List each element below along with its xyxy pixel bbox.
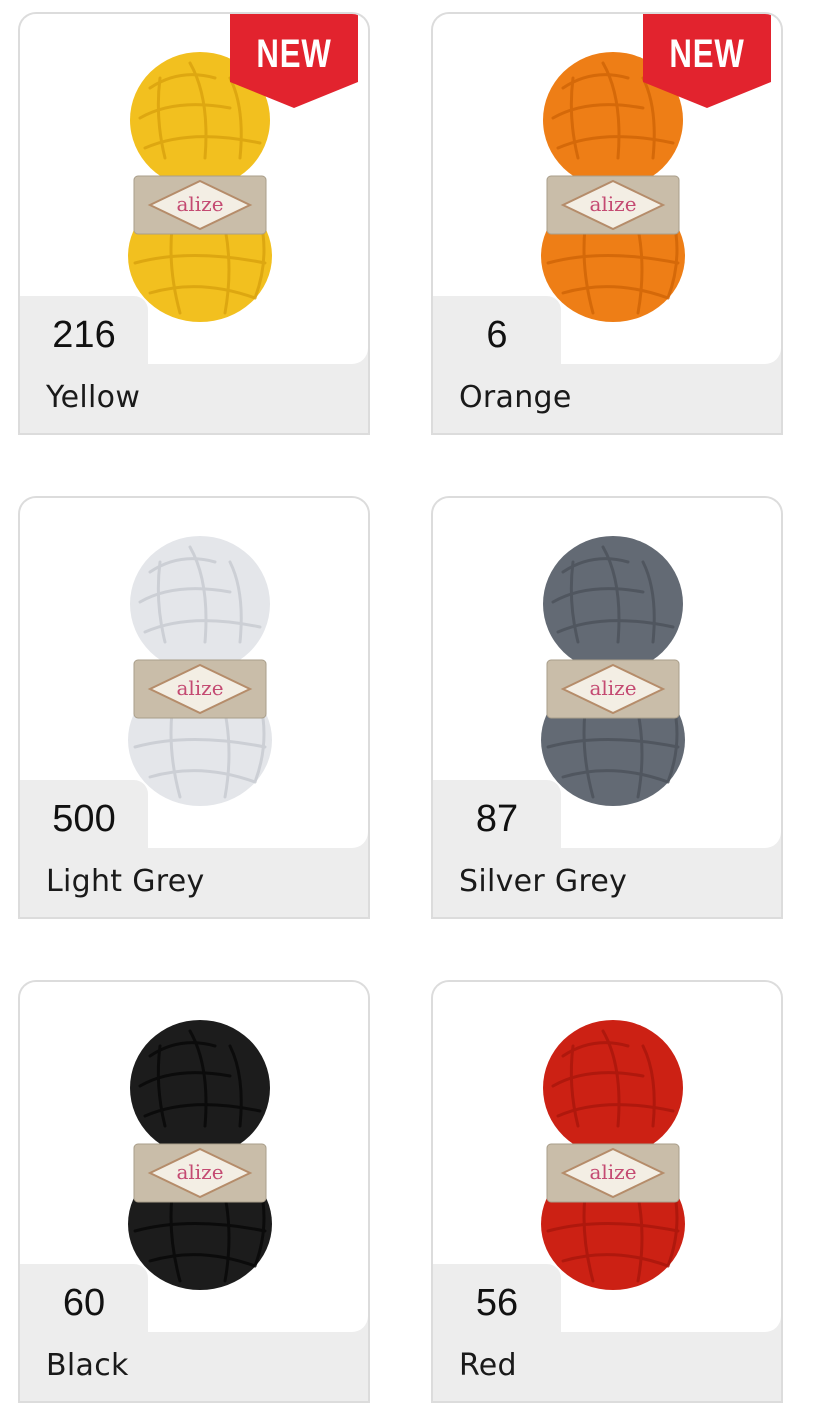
product-number: 56: [475, 1282, 519, 1324]
product-card[interactable]: alize 56 Red: [431, 980, 783, 1403]
product-color-name: Yellow: [46, 380, 141, 415]
product-color-name: Light Grey: [46, 864, 205, 899]
product-grid: alize NEW 216 Yellow alize NEW 6 Orange al…: [0, 0, 826, 1418]
product-color-name: Orange: [459, 380, 572, 415]
yarn-skein-image: alize: [128, 536, 272, 806]
product-number: 87: [475, 798, 519, 840]
yarn-skein-image: alize: [541, 1020, 685, 1290]
product-card[interactable]: alize 500 Light Grey: [18, 496, 370, 919]
product-card[interactable]: alize NEW 6 Orange: [431, 12, 783, 435]
product-card[interactable]: alize 60 Black: [18, 980, 370, 1403]
product-color-name: Black: [46, 1348, 129, 1383]
product-number: 216: [52, 314, 116, 356]
product-number: 60: [62, 1282, 106, 1324]
brand-logo-text: alize: [176, 1160, 223, 1184]
brand-logo-text: alize: [589, 1160, 636, 1184]
product-number: 6: [486, 314, 508, 356]
product-color-name: Red: [459, 1348, 517, 1383]
brand-logo-text: alize: [176, 676, 223, 700]
product-number: 500: [52, 798, 116, 840]
brand-logo-text: alize: [176, 192, 223, 216]
brand-logo-text: alize: [589, 192, 636, 216]
new-badge-label: NEW: [256, 32, 332, 76]
yarn-skein-image: alize: [541, 536, 685, 806]
yarn-skein-image: alize: [128, 1020, 272, 1290]
new-badge-label: NEW: [669, 32, 745, 76]
product-card[interactable]: alize 87 Silver Grey: [431, 496, 783, 919]
brand-logo-text: alize: [589, 676, 636, 700]
product-card[interactable]: alize NEW 216 Yellow: [18, 12, 370, 435]
product-color-name: Silver Grey: [459, 864, 628, 899]
